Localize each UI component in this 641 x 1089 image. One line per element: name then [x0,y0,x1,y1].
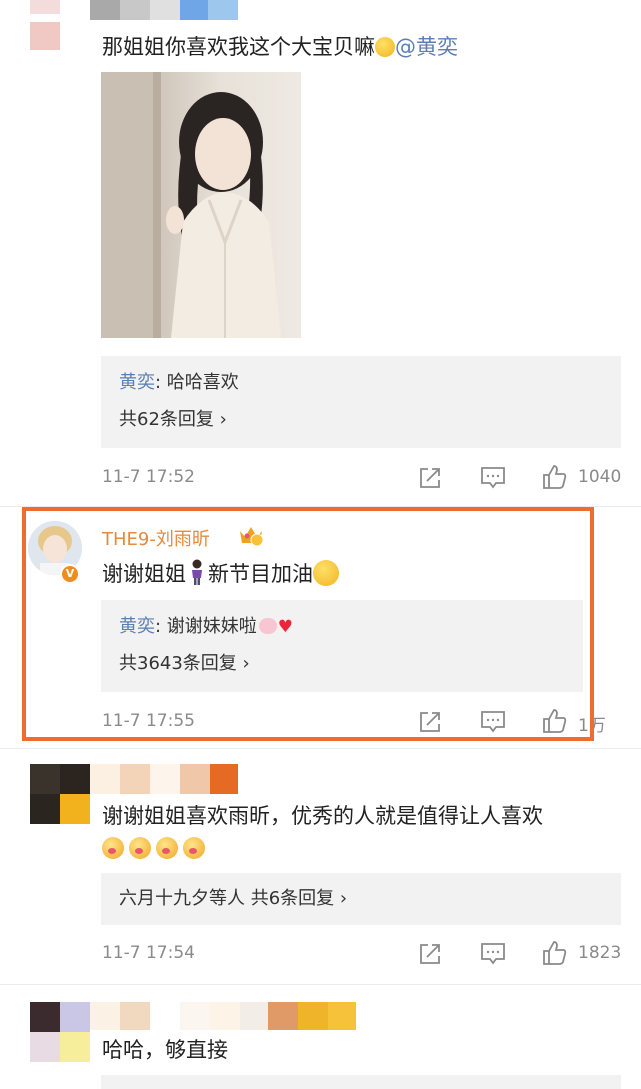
mention-link[interactable]: @黄奕 [395,35,458,59]
reply-preview-line: 黄奕: 哈哈喜欢 [119,371,239,395]
divider [0,984,641,985]
reply-summary[interactable]: 六月十九夕等人 共6条回复 › [119,887,347,911]
comment-icon[interactable] [480,942,506,966]
reply-preview-box[interactable]: 黄奕: 哈哈喜欢 共62条回复 › [101,356,621,448]
share-icon[interactable] [418,942,442,966]
like-count: 1823 [578,943,622,963]
comment-icon[interactable] [480,466,506,490]
comment-time: 11-7 17:54 [102,943,195,963]
portrait-illustration [101,72,281,338]
reply-preview-box[interactable] [101,1075,621,1089]
comment-text: 谢谢姐姐喜欢雨昕，优秀的人就是值得让人喜欢 [102,804,543,828]
reply-author[interactable]: 黄奕 [119,372,155,393]
thumbs-up-icon[interactable] [542,940,568,966]
comment-time: 11-7 17:52 [102,467,195,487]
comment-text: 那姐姐你喜欢我这个大宝贝嘛 @黄奕 [102,35,458,59]
pleading-emoji-icon [375,37,395,57]
reply-text: : 哈哈喜欢 [155,372,239,393]
blushing-emoji-icon [102,837,124,859]
highlight-frame [22,507,594,741]
blushing-emoji-icon [129,837,152,859]
comment-image[interactable] [101,72,301,338]
share-icon[interactable] [418,466,442,490]
comment-text: 哈哈，够直接 [102,1038,228,1062]
divider [0,748,641,749]
reply-count-link[interactable]: 共6条回复 › [251,888,347,909]
emoji-row [102,837,206,860]
reply-users[interactable]: 六月十九夕等人 [119,888,245,909]
reply-preview-box[interactable]: 六月十九夕等人 共6条回复 › [101,873,621,925]
blushing-emoji-icon [183,837,206,859]
reply-count-link[interactable]: 共62条回复 › [119,408,227,432]
thumbs-up-icon[interactable] [542,464,568,490]
blushing-emoji-icon [156,837,179,859]
like-count: 1040 [578,467,622,487]
